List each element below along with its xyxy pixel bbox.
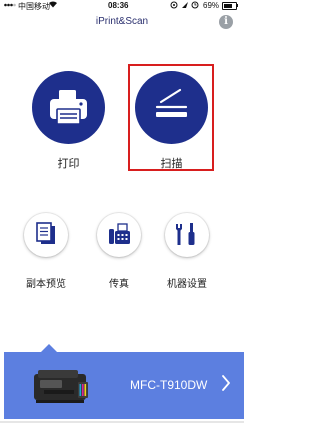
machine-settings-button[interactable] — [165, 213, 209, 257]
machine-settings-label: 机器设置 — [167, 279, 207, 290]
fax-button[interactable] — [97, 213, 141, 257]
device-name: MFC-T910DW — [130, 378, 208, 392]
battery-icon — [222, 2, 237, 10]
status-time: 08:36 — [108, 1, 129, 10]
status-indicators-icon — [170, 1, 200, 11]
print-button[interactable] — [32, 71, 105, 144]
info-button[interactable]: i — [219, 15, 233, 29]
tools-icon — [176, 223, 195, 245]
signal-icon — [4, 1, 16, 11]
wifi-icon — [48, 0, 58, 10]
copy-preview-label: 副本预览 — [26, 279, 66, 290]
printer-icon — [50, 90, 87, 125]
chevron-right-icon[interactable] — [221, 374, 231, 397]
battery-tip — [237, 4, 238, 7]
print-label: 打印 — [57, 158, 80, 170]
fax-icon — [109, 223, 130, 244]
fax-label: 传真 — [109, 279, 129, 290]
copy-document-icon — [36, 222, 55, 244]
app-title: iPrint&Scan — [95, 16, 149, 27]
scan-highlight-box — [128, 64, 214, 171]
battery-percentage: 69% — [203, 1, 220, 10]
printer-device-image — [30, 368, 92, 411]
carrier-name: 中国移动 — [18, 2, 50, 11]
copy-preview-button[interactable] — [24, 213, 68, 257]
status-bar: 中国移动 08:36 69% — [0, 0, 244, 12]
